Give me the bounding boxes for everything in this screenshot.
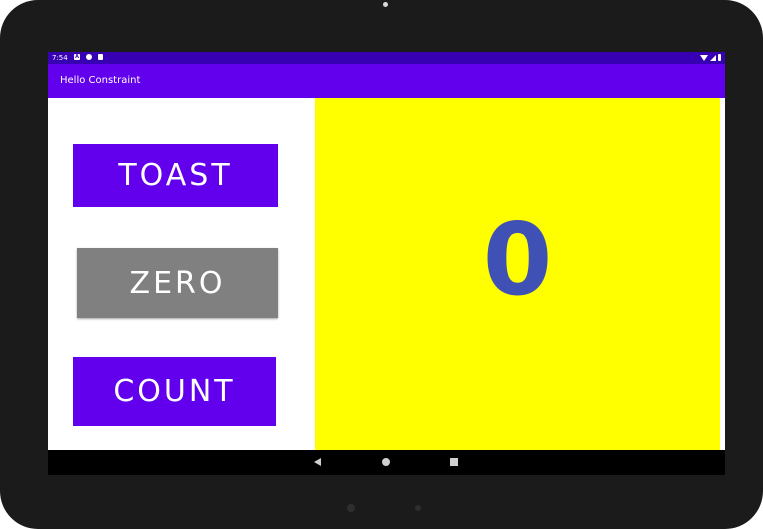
front-sensor-dot: [347, 504, 355, 512]
count-panel: 0: [315, 98, 720, 450]
navigation-bar: [48, 450, 725, 475]
android-system-icon: A: [74, 54, 80, 60]
file-icon: [86, 54, 92, 60]
main-content: TOAST ZERO COUNT 0: [48, 98, 725, 450]
back-icon[interactable]: [314, 458, 321, 466]
app-bar: Hello Constraint: [48, 64, 725, 98]
home-icon[interactable]: [382, 458, 390, 466]
app-screen: 7:54 A Hello Constraint TOAST ZERO COUNT…: [48, 52, 725, 475]
count-button[interactable]: COUNT: [73, 357, 276, 426]
toast-button[interactable]: TOAST: [73, 144, 278, 207]
recents-icon[interactable]: [450, 458, 458, 466]
camera-icon: [383, 2, 388, 7]
wifi-icon: [700, 54, 708, 61]
count-value: 0: [482, 200, 553, 318]
tablet-frame: 7:54 A Hello Constraint TOAST ZERO COUNT…: [0, 0, 763, 529]
app-title: Hello Constraint: [60, 75, 141, 86]
battery-icon: [718, 54, 721, 61]
status-bar: 7:54 A: [48, 52, 725, 64]
front-sensor-dot: [415, 505, 421, 511]
signal-icon: [710, 54, 716, 61]
sd-card-icon: [98, 54, 103, 60]
status-time: 7:54: [52, 54, 68, 62]
system-status-icons: [700, 54, 721, 61]
zero-button[interactable]: ZERO: [77, 248, 278, 318]
